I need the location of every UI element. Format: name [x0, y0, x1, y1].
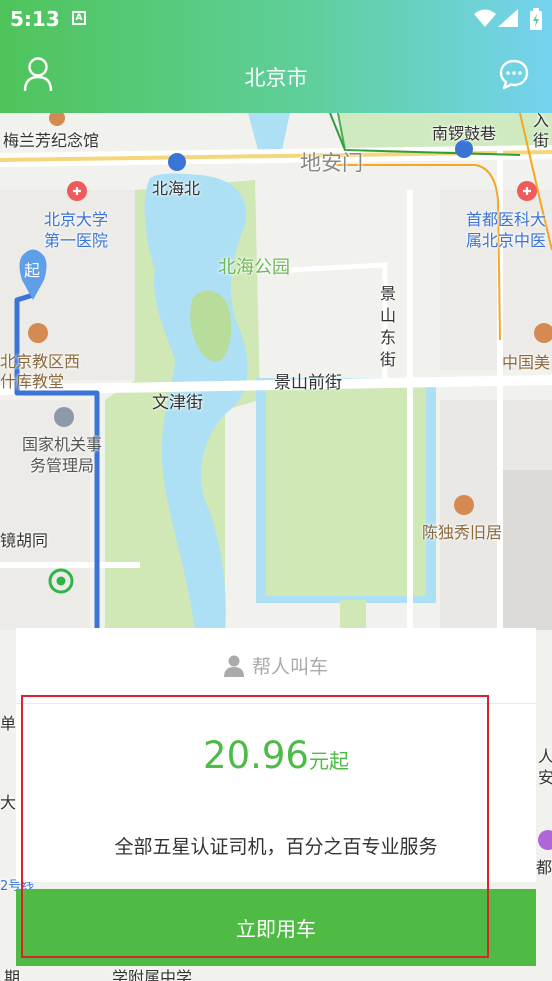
- map-label-qi: 期: [4, 968, 21, 981]
- map-label-shoudu-2: 属北京中医: [466, 231, 547, 250]
- notification-a-icon: A: [72, 11, 86, 25]
- call-for-others-bar[interactable]: 帮人叫车: [16, 628, 536, 704]
- map-label-dianmen: 地安门: [300, 151, 363, 175]
- map-label-du: 都: [536, 858, 552, 877]
- status-time: 5:13: [10, 7, 60, 31]
- top-bar: 5:13 A 北京市: [0, 0, 552, 113]
- map-label-nanluogu: 南锣鼓巷: [432, 124, 497, 143]
- map-label-zhongguo: 中国美: [502, 353, 551, 372]
- map-label-jingshan-4: 街: [380, 350, 397, 369]
- fare-price: 20.96: [203, 734, 309, 777]
- fare-unit: 元起: [308, 749, 349, 773]
- use-car-now-label: 立即用车: [236, 917, 316, 941]
- person-icon: [223, 655, 244, 677]
- map-label-renmin-2: 安: [538, 768, 552, 787]
- use-car-now-button[interactable]: 立即用车: [16, 889, 536, 966]
- app-header: 北京市: [0, 38, 552, 113]
- map-label-jingshan-2: 山: [380, 306, 397, 325]
- map-label-road-left: 单: [0, 714, 17, 733]
- map-label-church-2: 什库教堂: [0, 372, 65, 391]
- map-label-jie: 街: [533, 131, 550, 150]
- map-label-pku-2: 第一医院: [44, 231, 109, 250]
- map-label-wenjin: 文津街: [152, 393, 203, 413]
- message-icon[interactable]: [498, 58, 530, 90]
- call-for-others-label: 帮人叫车: [251, 656, 328, 678]
- map-label-chenduxiu: 陈独秀旧居: [422, 523, 503, 542]
- city-title[interactable]: 北京市: [0, 62, 552, 92]
- map-label-jingshan-1: 景: [380, 284, 397, 303]
- map-label-jingshanqian: 景山前街: [274, 373, 342, 393]
- status-bar: 5:13 A: [0, 0, 552, 38]
- service-slogan: 全部五星认证司机，百分之百专业服务: [114, 836, 438, 858]
- start-marker-label: 起: [24, 261, 41, 280]
- signal-icon: [498, 9, 518, 27]
- fare-estimate: 20.96元起: [16, 734, 536, 777]
- map-label-jingshan-3: 东: [380, 328, 397, 347]
- wifi-icon: [474, 9, 496, 27]
- map-label-da: 大: [0, 793, 17, 812]
- battery-icon: [530, 8, 542, 30]
- map-label-jinghutong: 镜胡同: [0, 531, 49, 550]
- map-label-guojia-2: 务管理局: [30, 456, 95, 475]
- map-label-beihai-park: 北海公园: [218, 257, 290, 278]
- map-label-meilanfang: 梅兰芳纪念馆: [3, 131, 100, 150]
- fare-card: 20.96元起 全部五星认证司机，百分之百专业服务: [16, 704, 536, 882]
- map-label-beihaibei: 北海北: [152, 179, 201, 198]
- map-label-xuefu: 学附属中学: [112, 968, 193, 981]
